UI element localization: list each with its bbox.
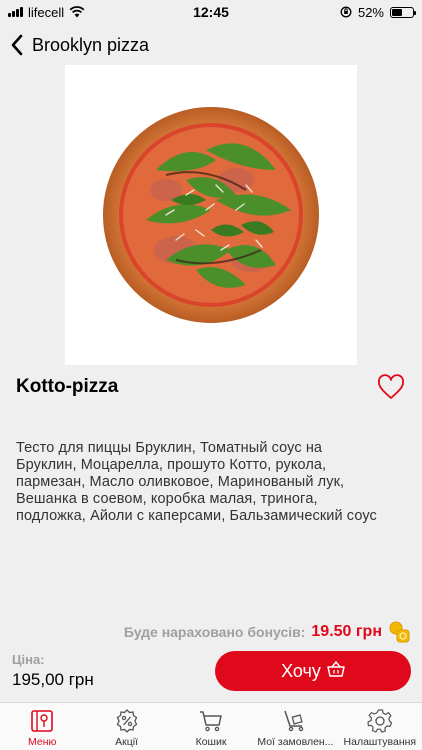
battery-fill bbox=[392, 8, 403, 16]
tab-promotions[interactable]: Акції bbox=[84, 703, 168, 750]
back-label: Brooklyn pizza bbox=[32, 34, 150, 55]
tab-orders[interactable]: Мої замовлен... bbox=[253, 703, 337, 750]
signal-icon bbox=[8, 7, 23, 17]
status-left: lifecell bbox=[8, 5, 85, 20]
status-right: 52% bbox=[340, 4, 416, 20]
add-to-cart-label: Хочу bbox=[281, 660, 321, 681]
chevron-left-icon bbox=[10, 34, 26, 56]
bonus-label: Буде нараховано бонусів: bbox=[123, 624, 306, 640]
tab-label: Мої замовлен... bbox=[257, 736, 334, 748]
price-label: Ціна: bbox=[12, 652, 45, 667]
carrier-name: lifecell bbox=[28, 4, 65, 20]
tab-label: Акції bbox=[115, 736, 139, 748]
bonus-row: Буде нараховано бонусів: 19.50 грн bbox=[124, 621, 410, 643]
heart-outline-icon[interactable] bbox=[377, 374, 405, 400]
cart-icon bbox=[200, 711, 222, 732]
product-title: Kotto-pizza bbox=[16, 376, 119, 397]
tab-settings[interactable]: Налаштування bbox=[338, 703, 422, 750]
gear-icon bbox=[367, 709, 392, 733]
product-description: Тесто для пиццы Бруклин, Томатный соус н… bbox=[16, 440, 377, 524]
bonus-value: 19.50 грн bbox=[311, 623, 382, 640]
tab-cart[interactable]: Кошик bbox=[169, 703, 253, 750]
tab-label: Кошик bbox=[195, 736, 227, 748]
orders-icon bbox=[284, 710, 304, 732]
price-value: 195,00 грн bbox=[12, 670, 94, 689]
tab-label: Налаштування bbox=[343, 736, 417, 748]
pizza-image bbox=[103, 107, 319, 323]
menu-book-icon bbox=[31, 710, 54, 732]
basket-icon bbox=[327, 660, 345, 682]
battery-icon bbox=[390, 6, 416, 18]
status-bar: lifecell 12:45 52% bbox=[0, 0, 422, 24]
tab-menu[interactable]: Меню bbox=[0, 703, 84, 750]
battery-percent: 52% bbox=[357, 4, 384, 20]
back-button[interactable]: Brooklyn pizza bbox=[10, 30, 149, 60]
orientation-lock-icon bbox=[340, 6, 352, 18]
wifi-icon bbox=[69, 6, 85, 18]
discount-icon bbox=[116, 709, 137, 733]
coin-icon bbox=[388, 621, 410, 643]
tab-label: Меню bbox=[28, 736, 57, 748]
tab-bar: Меню Акції Кошик Мої замовлен... Налашту… bbox=[0, 702, 422, 750]
add-to-cart-button[interactable]: Хочу bbox=[215, 651, 411, 691]
product-image bbox=[65, 65, 357, 365]
